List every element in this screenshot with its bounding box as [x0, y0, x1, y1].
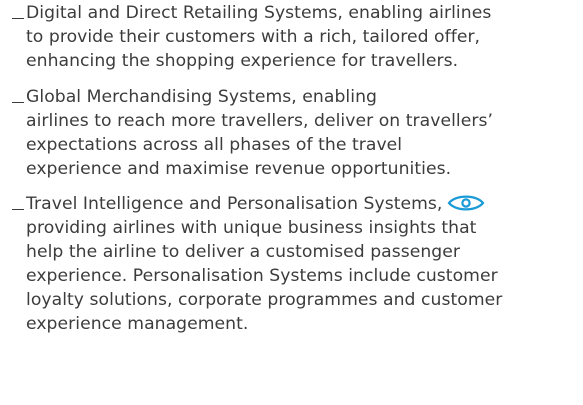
item-line: to provide their customers with a rich, … — [26, 27, 481, 47]
item-line: Digital and Direct Retailing Systems, en… — [26, 3, 492, 23]
item-line: loyalty solutions, corporate programmes … — [26, 290, 503, 310]
item-line: help the airline to deliver a customised… — [26, 242, 461, 262]
bullet-dash — [12, 208, 24, 210]
item-line: experience. Personalisation Systems incl… — [26, 266, 498, 286]
bullet-dash — [12, 101, 24, 103]
item-line: providing airlines with unique business … — [26, 218, 477, 238]
bullet-list: Digital and Direct Retailing Systems, en… — [0, 0, 583, 405]
item-line: enhancing the shopping experience for tr… — [26, 51, 459, 71]
item-line: experience and maximise revenue opportun… — [26, 159, 452, 179]
eye-icon[interactable] — [446, 193, 486, 213]
bullet-dash — [12, 17, 24, 19]
item-line: airlines to reach more travellers, deliv… — [26, 111, 493, 131]
item-line: experience management. — [26, 314, 249, 334]
item-line: Global Merchandising Systems, enabling — [26, 87, 377, 107]
item-line: Travel Intelligence and Personalisation … — [26, 194, 443, 214]
item-line: expectations across all phases of the tr… — [26, 135, 403, 155]
